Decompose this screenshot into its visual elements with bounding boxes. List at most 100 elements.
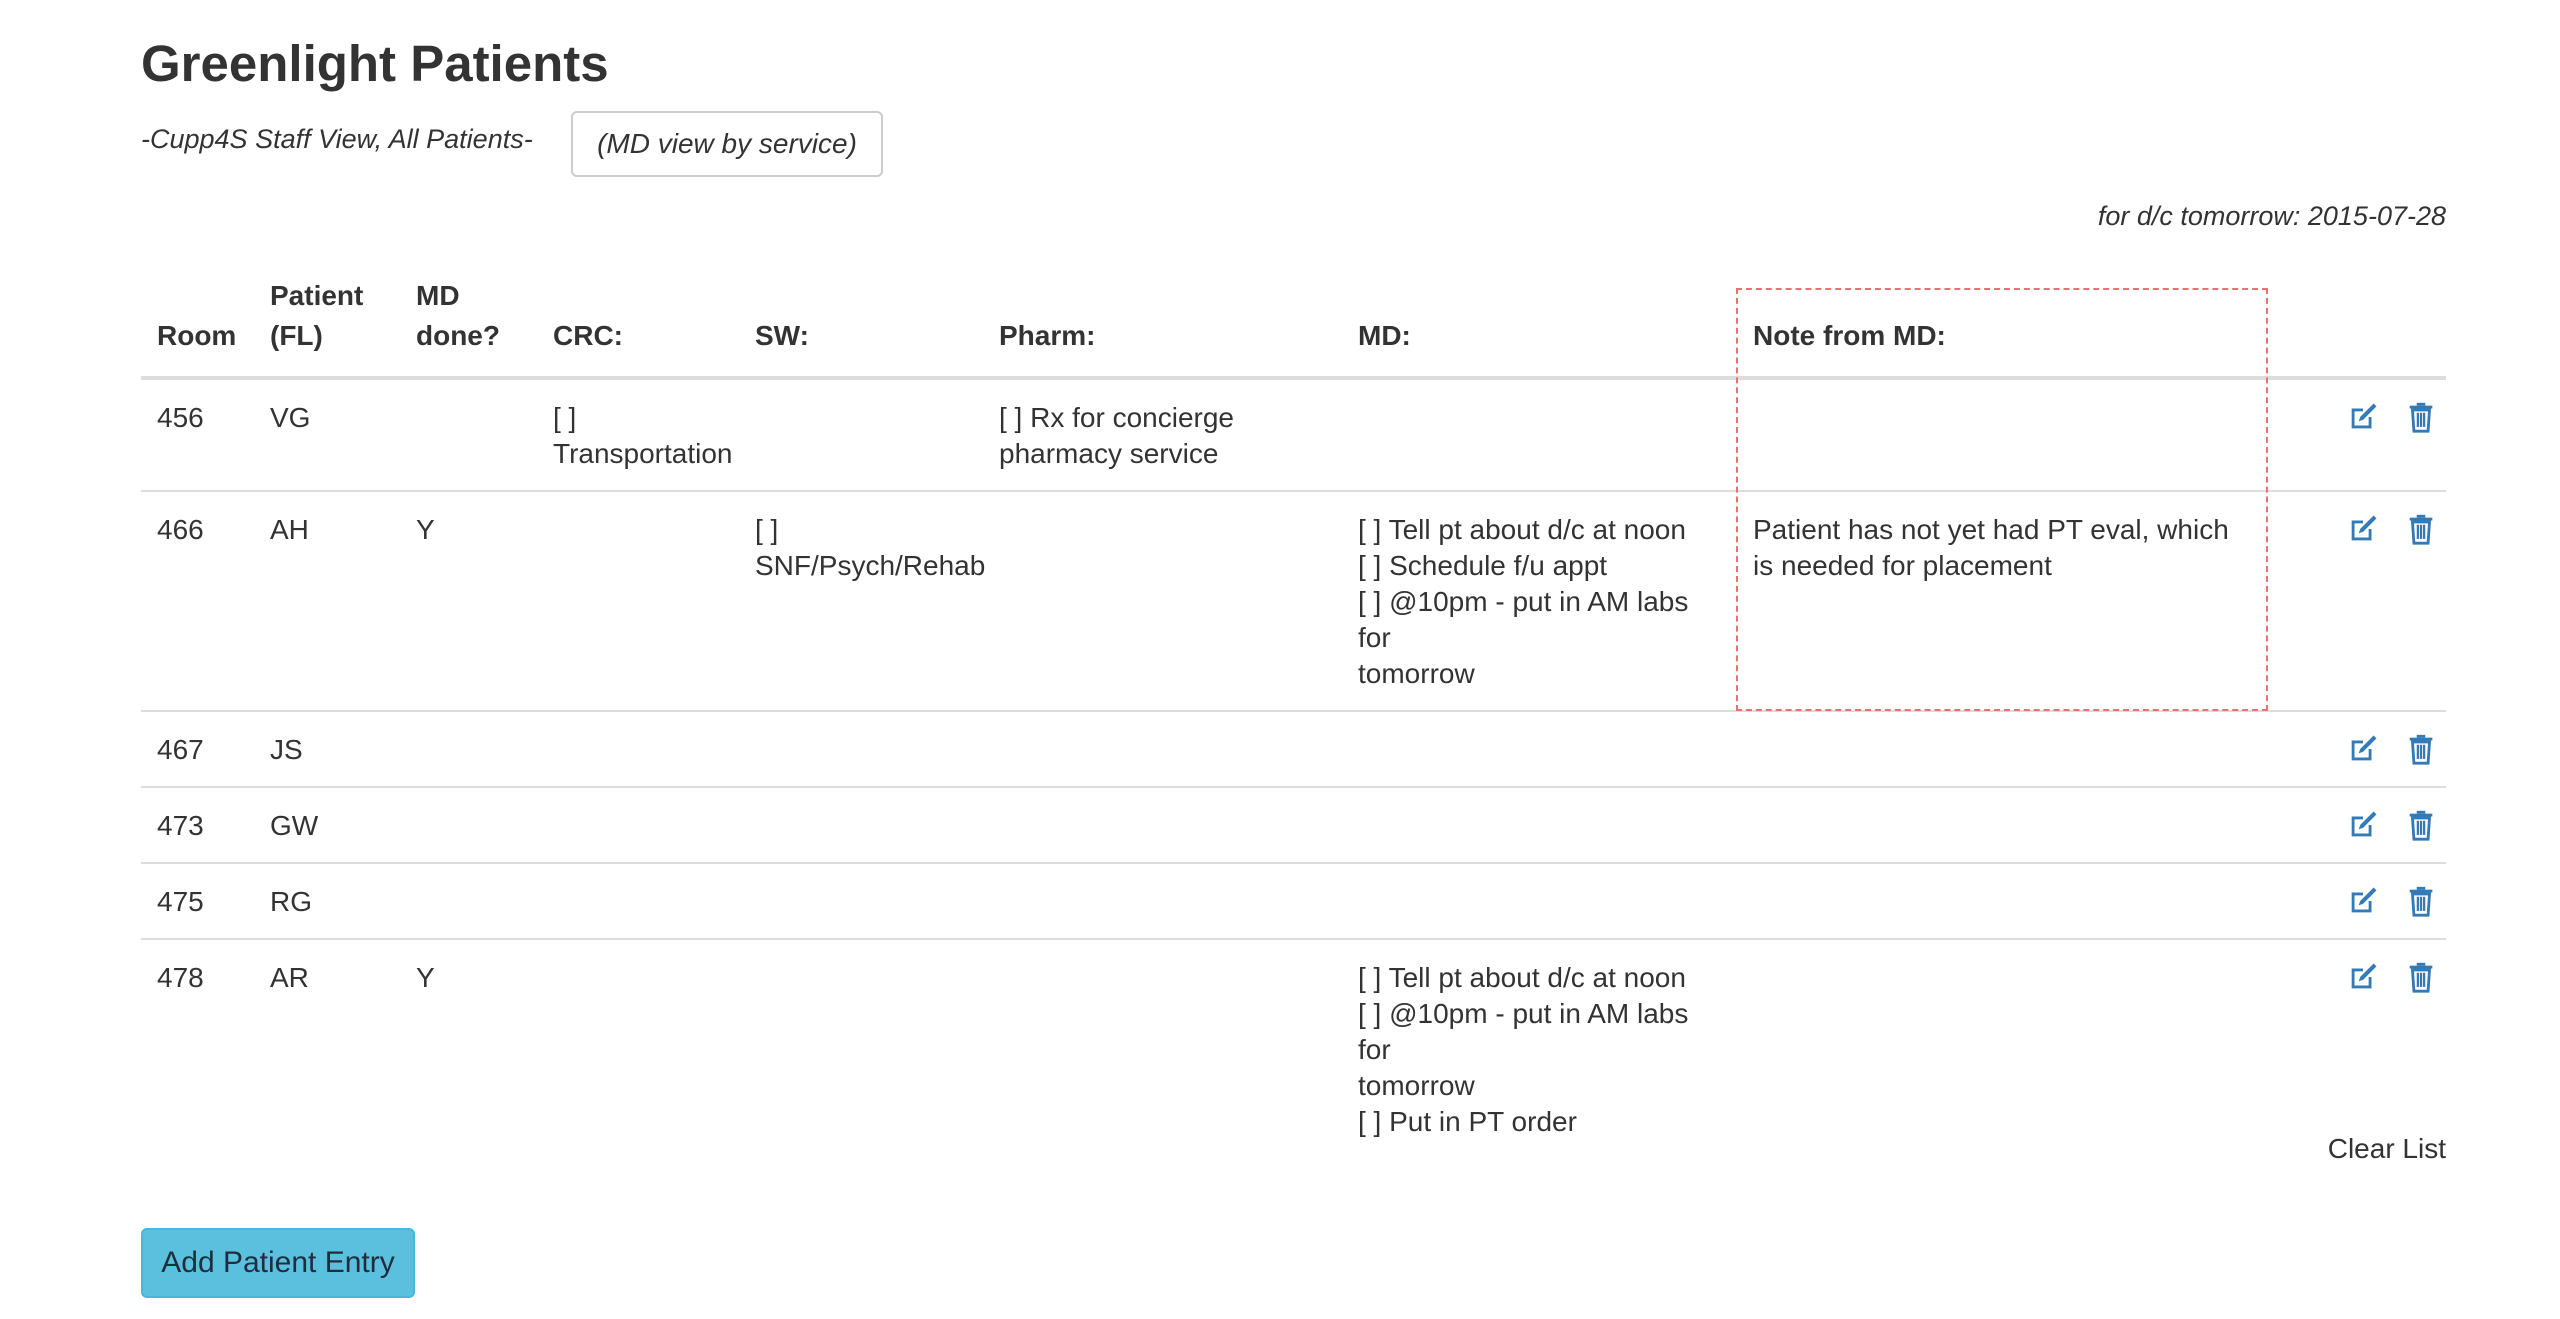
discharge-date: for d/c tomorrow: 2015-07-28 [2097, 201, 2446, 231]
cell-patient: AR [254, 938, 400, 1158]
cell-room: 467 [141, 710, 254, 787]
cell-pharm [983, 938, 1342, 1158]
cell-md [1342, 786, 1737, 863]
cell-sw [739, 862, 983, 939]
view-subtitle: -Cupp4S Staff View, All Patients- [141, 124, 533, 154]
cell-actions [2264, 862, 2446, 939]
table-row: 473 GW [141, 786, 2446, 863]
cell-md: [ ] Tell pt about d/c at noon [ ] @10pm -… [1342, 938, 1737, 1158]
cell-md-line: tomorrow [1358, 1070, 1475, 1101]
add-patient-entry-button[interactable]: Add Patient Entry [141, 1228, 415, 1298]
cell-patient: VG [270, 402, 311, 433]
col-header-actions [2264, 268, 2446, 380]
cell-md [1342, 378, 1737, 491]
cell-patient: JS [254, 710, 400, 787]
cell-room: 466 [141, 490, 254, 711]
cell-crc-line: Transportation [553, 438, 733, 469]
cell-room: 473 [141, 786, 254, 863]
cell-actions [2264, 710, 2446, 787]
cell-md-line: [ ] @10pm - put in AM labs for [1358, 998, 1689, 1065]
col-header-crc: CRC: [537, 268, 739, 380]
cell-md-line: [ ] @10pm - put in AM labs for [1358, 586, 1689, 653]
edit-icon[interactable] [2346, 808, 2380, 842]
col-header-md: MD: [1342, 268, 1737, 380]
edit-icon[interactable] [2346, 884, 2380, 918]
cell-sw: [ ] SNF/Psych/Rehab [739, 490, 986, 711]
cell-md-done: Y [400, 938, 537, 1158]
trash-icon[interactable] [2404, 808, 2438, 842]
cell-sw-line: SNF/Psych/Rehab [755, 550, 986, 581]
trash-icon[interactable] [2404, 512, 2438, 546]
cell-sw [739, 786, 983, 863]
cell-md-line: [ ] Schedule f/u appt [1358, 550, 1608, 581]
col-header-note: Note from MD: [1737, 268, 2264, 380]
cell-md-line: tomorrow [1358, 658, 1475, 689]
cell-sw [739, 710, 983, 787]
cell-crc [537, 938, 739, 1158]
table-row: 475 RG [141, 862, 2446, 939]
clear-list-link[interactable]: Clear List [2328, 1133, 2446, 1165]
cell-pharm [983, 786, 1342, 863]
cell-md: [ ] Tell pt about d/c at noon [ ] Schedul… [1342, 490, 1737, 711]
cell-sw [739, 938, 983, 1158]
trash-icon[interactable] [2404, 884, 2438, 918]
cell-actions [2264, 490, 2446, 711]
cell-room: 456 [157, 402, 204, 433]
cell-note [1737, 378, 2264, 491]
col-header-md-done-line1: MD [416, 280, 460, 311]
cell-actions [2264, 378, 2446, 491]
cell-md-done [400, 786, 537, 863]
cell-note [1737, 938, 2264, 1158]
cell-note: Patient has not yet had PT eval, which i… [1737, 490, 2264, 711]
cell-pharm [983, 490, 1342, 711]
cell-pharm-line: pharmacy service [999, 438, 1219, 469]
page-title: Greenlight Patients [141, 35, 609, 92]
md-view-by-service-button[interactable]: (MD view by service) [571, 111, 883, 177]
cell-actions [2264, 786, 2446, 863]
patient-rows: 456 VG [ ] Transportation [ ] Rx for concier… [141, 378, 2446, 1158]
cell-pharm [983, 710, 1342, 787]
edit-icon[interactable] [2346, 512, 2380, 546]
col-header-patient-line1: Patient [270, 280, 364, 311]
table-row: 466 AH Y [ ] SNF/Psych/Rehab [ ] Tell pt abou… [141, 490, 2446, 711]
trash-icon[interactable] [2404, 732, 2438, 766]
cell-crc [537, 490, 739, 711]
col-header-sw: SW: [739, 268, 983, 380]
cell-md-done [400, 378, 537, 491]
table-row: 478 AR Y [ ] Tell pt about d/c at noon [ ] @… [141, 938, 2446, 1158]
col-header-pharm: Pharm: [983, 268, 1342, 380]
table-header-row: Room Patient (FL) MD done? CRC: SW: Pharm:… [141, 268, 2446, 380]
cell-crc [537, 786, 739, 863]
trash-icon[interactable] [2404, 960, 2438, 994]
cell-md-done [400, 862, 537, 939]
cell-crc [537, 862, 739, 939]
cell-pharm: [ ] Rx for concierge pharmacy service [983, 378, 1342, 491]
cell-sw-line: [ ] [755, 514, 779, 545]
edit-icon[interactable] [2346, 400, 2380, 434]
edit-icon[interactable] [2346, 732, 2380, 766]
cell-md [1342, 710, 1737, 787]
cell-room: 475 [141, 862, 254, 939]
cell-sw [739, 378, 983, 491]
col-header-room: Room [141, 268, 254, 380]
trash-icon[interactable] [2404, 400, 2438, 434]
cell-crc: [ ] Transportation [537, 378, 739, 491]
cell-crc-line: [ ] [553, 402, 577, 433]
cell-note [1737, 786, 2264, 863]
cell-patient: RG [254, 862, 400, 939]
cell-md-done [400, 710, 537, 787]
cell-pharm [983, 862, 1342, 939]
patients-table: Room Patient (FL) MD done? CRC: SW: Pharm:… [141, 268, 2446, 1158]
cell-note [1737, 862, 2264, 939]
cell-crc [537, 710, 739, 787]
cell-md [1342, 862, 1737, 939]
cell-pharm-line: [ ] Rx for concierge [999, 402, 1234, 433]
cell-md-line: [ ] Tell pt about d/c at noon [1358, 514, 1686, 545]
col-header-patient: Patient (FL) [254, 268, 400, 380]
cell-md-line: [ ] Tell pt about d/c at noon [1358, 962, 1686, 993]
edit-icon[interactable] [2346, 960, 2380, 994]
table-row: 456 VG [ ] Transportation [ ] Rx for concier… [141, 378, 2446, 491]
cell-room: 478 [141, 938, 254, 1158]
page: Greenlight Patients -Cupp4S Staff View, … [141, 0, 2446, 1319]
cell-md-line: [ ] Put in PT order [1358, 1106, 1577, 1137]
